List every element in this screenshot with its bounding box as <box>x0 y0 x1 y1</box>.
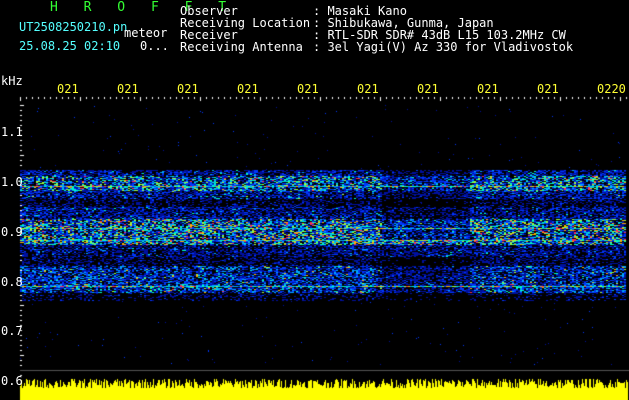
freq-tick: 0.8 <box>1 275 23 289</box>
time-tick: 021 <box>237 82 259 96</box>
frequency-unit: kHz <box>1 74 23 88</box>
file-name: UT2508250210.pn <box>19 20 128 34</box>
time-tick: 021 <box>357 82 379 96</box>
counter: 0... <box>140 39 169 53</box>
time-tick: 021 <box>177 82 199 96</box>
spectrogram-canvas <box>0 0 629 400</box>
time-tick: 021 <box>57 82 79 96</box>
time-tick: 021 <box>297 82 319 96</box>
mode-label: meteor <box>124 26 168 40</box>
time-tick: 021 <box>537 82 559 96</box>
time-tick: 0220 <box>597 82 626 96</box>
info-value-antenna: : 3el Yagi(V) Az 330 for Vladivostok <box>313 40 574 54</box>
time-tick: 021 <box>477 82 499 96</box>
freq-tick: 0.6 <box>1 374 23 388</box>
spectrogram-window: H R O F F T UT2508250210.pn meteor 25.08… <box>0 0 629 400</box>
time-tick: 021 <box>417 82 439 96</box>
freq-tick: 1.1 <box>1 125 23 139</box>
freq-tick: 0.7 <box>1 324 23 338</box>
freq-tick: 1.0 <box>1 175 23 189</box>
freq-tick: 0.9 <box>1 225 23 239</box>
info-label-antenna: Receiving Antenna <box>180 40 303 54</box>
time-tick: 021 <box>117 82 139 96</box>
date-time: 25.08.25 02:10 <box>19 39 121 53</box>
